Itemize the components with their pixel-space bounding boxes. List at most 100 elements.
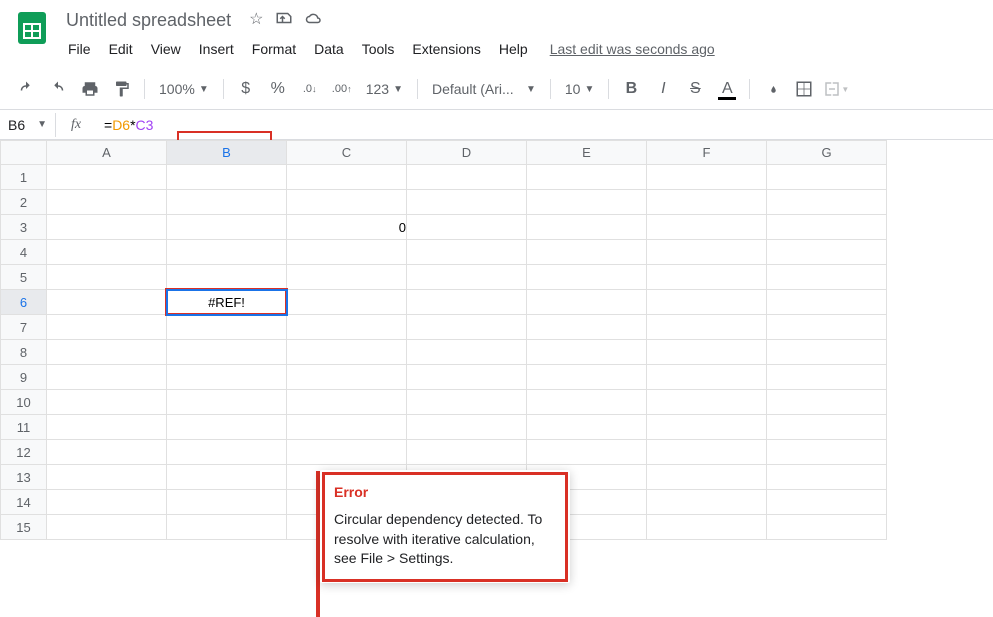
cell[interactable]	[767, 465, 887, 490]
cell[interactable]	[167, 390, 287, 415]
cloud-icon[interactable]	[305, 9, 323, 32]
cell[interactable]	[647, 190, 767, 215]
undo-button[interactable]	[12, 75, 40, 103]
cell[interactable]	[647, 365, 767, 390]
cell[interactable]	[527, 440, 647, 465]
menu-view[interactable]: View	[143, 37, 189, 61]
row-header[interactable]: 6	[1, 290, 47, 315]
font-size-dropdown[interactable]: 10▼	[559, 77, 600, 101]
row-header[interactable]: 15	[1, 515, 47, 540]
cell[interactable]	[407, 315, 527, 340]
row-header[interactable]: 10	[1, 390, 47, 415]
cell[interactable]	[647, 265, 767, 290]
cell[interactable]	[287, 340, 407, 365]
col-header-d[interactable]: D	[407, 141, 527, 165]
cell[interactable]	[767, 415, 887, 440]
text-color-button[interactable]: A	[713, 75, 741, 103]
cell-c3[interactable]: 0	[287, 215, 407, 240]
cell[interactable]	[167, 415, 287, 440]
cell[interactable]	[47, 365, 167, 390]
col-header-f[interactable]: F	[647, 141, 767, 165]
row-header[interactable]: 9	[1, 365, 47, 390]
row-header[interactable]: 2	[1, 190, 47, 215]
cell[interactable]	[767, 215, 887, 240]
cell[interactable]	[767, 440, 887, 465]
cell[interactable]	[167, 340, 287, 365]
cell[interactable]	[647, 215, 767, 240]
row-header[interactable]: 8	[1, 340, 47, 365]
row-header[interactable]: 14	[1, 490, 47, 515]
col-header-c[interactable]: C	[287, 141, 407, 165]
cell[interactable]	[287, 365, 407, 390]
cell[interactable]	[647, 315, 767, 340]
cell[interactable]	[47, 415, 167, 440]
cell[interactable]	[527, 290, 647, 315]
cell[interactable]	[287, 390, 407, 415]
cell[interactable]	[167, 265, 287, 290]
cell[interactable]	[287, 415, 407, 440]
cell[interactable]	[167, 465, 287, 490]
cell[interactable]	[407, 265, 527, 290]
cell[interactable]	[407, 415, 527, 440]
cell[interactable]	[647, 290, 767, 315]
cell[interactable]	[47, 440, 167, 465]
increase-decimal-button[interactable]: .00↑	[328, 75, 356, 103]
cell[interactable]	[407, 390, 527, 415]
col-header-b[interactable]: B	[167, 141, 287, 165]
print-button[interactable]	[76, 75, 104, 103]
cell[interactable]	[167, 315, 287, 340]
cell[interactable]	[647, 440, 767, 465]
cell[interactable]	[167, 190, 287, 215]
document-title[interactable]: Untitled spreadsheet	[60, 8, 237, 33]
name-box[interactable]: B6▼	[0, 113, 56, 137]
menu-extensions[interactable]: Extensions	[404, 37, 488, 61]
col-header-e[interactable]: E	[527, 141, 647, 165]
row-header[interactable]: 1	[1, 165, 47, 190]
cell[interactable]	[767, 190, 887, 215]
row-header[interactable]: 7	[1, 315, 47, 340]
cell[interactable]	[167, 215, 287, 240]
cell[interactable]	[407, 440, 527, 465]
format-currency-button[interactable]: $	[232, 75, 260, 103]
cell[interactable]	[407, 240, 527, 265]
menu-tools[interactable]: Tools	[354, 37, 403, 61]
cell[interactable]	[767, 290, 887, 315]
cell[interactable]	[47, 490, 167, 515]
cell[interactable]	[287, 265, 407, 290]
cell[interactable]	[287, 165, 407, 190]
move-icon[interactable]	[275, 9, 293, 32]
merge-cells-button[interactable]: ▼	[822, 75, 850, 103]
cell[interactable]	[527, 190, 647, 215]
cell[interactable]	[647, 165, 767, 190]
fill-color-button[interactable]	[758, 75, 786, 103]
cell[interactable]	[47, 165, 167, 190]
cell[interactable]	[287, 240, 407, 265]
cell[interactable]	[47, 390, 167, 415]
cell[interactable]	[287, 190, 407, 215]
row-header[interactable]: 11	[1, 415, 47, 440]
cell[interactable]	[167, 440, 287, 465]
cell[interactable]	[527, 415, 647, 440]
cell[interactable]	[647, 465, 767, 490]
cell[interactable]	[287, 290, 407, 315]
cell[interactable]	[527, 165, 647, 190]
font-dropdown[interactable]: Default (Ari...▼	[426, 77, 542, 101]
cell[interactable]	[167, 165, 287, 190]
row-header[interactable]: 13	[1, 465, 47, 490]
cell[interactable]	[647, 390, 767, 415]
cell[interactable]	[407, 365, 527, 390]
cell[interactable]	[767, 515, 887, 540]
cell[interactable]	[647, 515, 767, 540]
cell[interactable]	[767, 490, 887, 515]
cell[interactable]	[767, 340, 887, 365]
row-header[interactable]: 4	[1, 240, 47, 265]
zoom-dropdown[interactable]: 100%▼	[153, 77, 215, 101]
cell[interactable]	[287, 440, 407, 465]
cell[interactable]	[167, 240, 287, 265]
cell[interactable]	[407, 165, 527, 190]
cell[interactable]	[47, 215, 167, 240]
cell[interactable]	[47, 265, 167, 290]
cell[interactable]	[647, 340, 767, 365]
menu-data[interactable]: Data	[306, 37, 352, 61]
cell[interactable]	[407, 340, 527, 365]
